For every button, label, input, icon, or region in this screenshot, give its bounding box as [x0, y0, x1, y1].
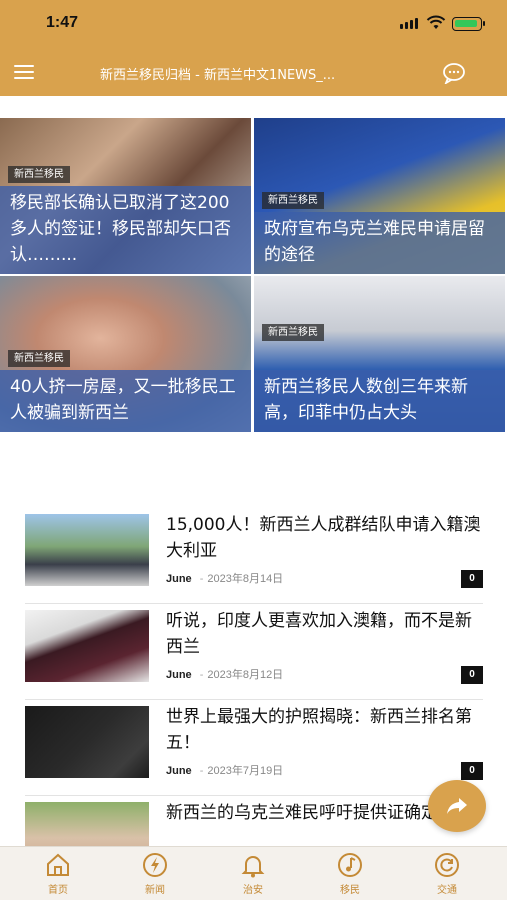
list-item[interactable]: 15,000人！新西兰人成群结队申请入籍澳大利亚 June -2023年8月14日… [25, 508, 483, 604]
comment-count[interactable]: 0 [461, 762, 483, 780]
featured-card[interactable]: 新西兰移民 40人挤一房屋，又一批移民工人被骗到新西兰 [0, 276, 251, 432]
article-meta: June -2023年7月19日 [166, 765, 284, 777]
bell-icon [241, 856, 265, 878]
share-button[interactable] [428, 780, 486, 832]
tab-label: 新闻 [145, 885, 165, 896]
music-note-icon [338, 853, 362, 877]
tab-home[interactable]: 首页 [28, 851, 88, 896]
article-title: 15,000人！新西兰人成群结队申请入籍澳大利亚 [166, 515, 481, 561]
category-tag: 新西兰移民 [262, 324, 324, 341]
tab-traffic[interactable]: 交通 [417, 851, 477, 896]
article-date: 2023年8月14日 [207, 573, 284, 585]
list-item[interactable]: 听说，印度人更喜欢加入澳籍，而不是新西兰 June -2023年8月12日 0 [25, 604, 483, 700]
featured-caption: 40人挤一房屋，又一批移民工人被骗到新西兰 [0, 370, 251, 432]
article-author: June [166, 573, 192, 585]
top-bar: 1:47 新西兰移民归档 - 新西兰中文1NEWS_... [0, 0, 507, 96]
share-icon [447, 798, 467, 814]
article-date: 2023年7月19日 [207, 765, 284, 777]
comment-count[interactable]: 0 [461, 570, 483, 588]
list-item[interactable]: 世界上最强大的护照揭晓：新西兰排名第五！ June -2023年7月19日 0 [25, 700, 483, 796]
tab-security[interactable]: 治安 [223, 851, 283, 896]
tab-news[interactable]: 新闻 [125, 851, 185, 896]
bottom-tab-bar: 首页 新闻 治安 移民 交通 [0, 846, 507, 900]
article-thumbnail [25, 706, 149, 778]
app-header: 新西兰移民归档 - 新西兰中文1NEWS_... [0, 52, 507, 96]
featured-caption: 移民部长确认已取消了这200多人的签证！移民部却矢口否认……... [0, 186, 251, 274]
category-tag: 新西兰移民 [8, 350, 70, 367]
article-title: 世界上最强大的护照揭晓：新西兰排名第五！ [166, 707, 472, 753]
featured-caption: 新西兰移民人数创三年来新高，印菲中仍占大头 [254, 370, 505, 432]
tab-label: 治安 [243, 885, 263, 896]
battery-icon [452, 17, 485, 31]
status-time: 1:47 [46, 14, 79, 31]
featured-card[interactable]: 新西兰移民 移民部长确认已取消了这200多人的签证！移民部却矢口否认……... [0, 118, 251, 274]
tab-label: 移民 [340, 885, 360, 896]
article-list: 15,000人！新西兰人成群结队申请入籍澳大利亚 June -2023年8月14日… [25, 508, 483, 892]
article-date: 2023年8月12日 [207, 669, 284, 681]
article-thumbnail [25, 610, 149, 682]
article-meta: June -2023年8月12日 [166, 669, 284, 681]
category-tag: 新西兰移民 [262, 192, 324, 209]
chat-icon[interactable] [442, 62, 466, 84]
featured-grid: 新西兰移民 移民部长确认已取消了这200多人的签证！移民部却矢口否认……... … [0, 118, 507, 432]
article-thumbnail [25, 514, 149, 586]
cellular-signal-icon [400, 18, 418, 29]
article-title: 听说，印度人更喜欢加入澳籍，而不是新西兰 [166, 611, 472, 657]
home-icon [47, 853, 69, 876]
menu-button[interactable] [14, 65, 34, 81]
refresh-icon [435, 853, 459, 877]
tab-label: 首页 [48, 885, 68, 896]
article-author: June [166, 669, 192, 681]
featured-card[interactable]: 新西兰移民 政府宣布乌克兰难民申请居留的途径 [254, 118, 505, 274]
category-tag: 新西兰移民 [8, 166, 70, 183]
tab-immigration[interactable]: 移民 [320, 851, 380, 896]
article-meta: June -2023年8月14日 [166, 573, 284, 585]
lightning-icon [143, 853, 167, 877]
wifi-icon [426, 15, 446, 29]
page-title: 新西兰移民归档 - 新西兰中文1NEWS_... [100, 68, 336, 83]
article-author: June [166, 765, 192, 777]
status-bar: 1:47 [0, 0, 507, 52]
featured-card[interactable]: 新西兰移民 新西兰移民人数创三年来新高，印菲中仍占大头 [254, 276, 505, 432]
comment-count[interactable]: 0 [461, 666, 483, 684]
featured-caption: 政府宣布乌克兰难民申请居留的途径 [254, 212, 505, 274]
tab-label: 交通 [437, 885, 457, 896]
